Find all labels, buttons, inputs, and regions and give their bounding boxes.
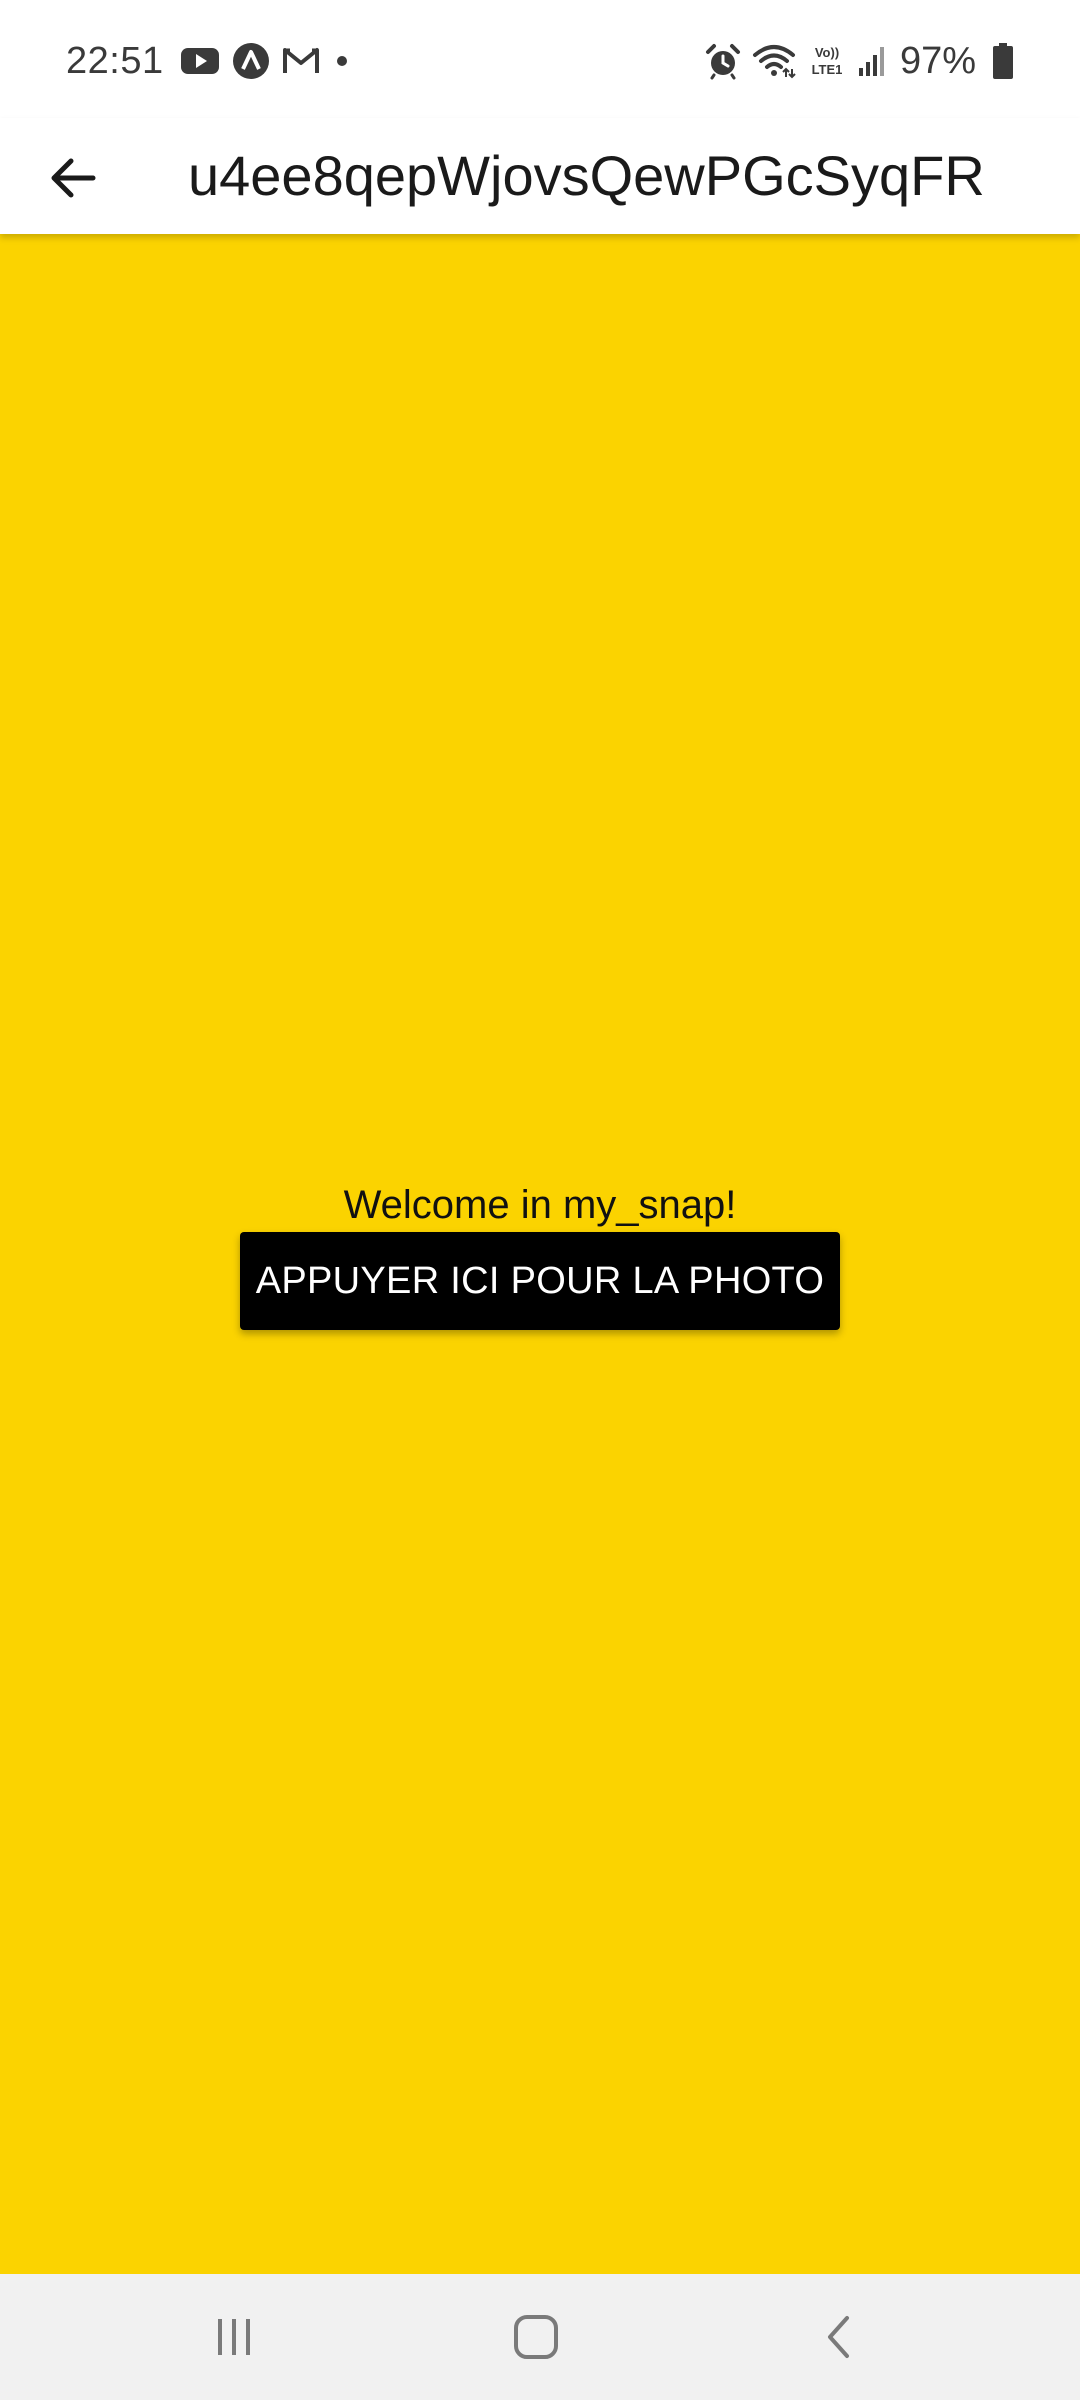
screen: 22:51 Vo)) LTE1 97% u4ee8qepWjovsQewPGcS… bbox=[0, 0, 1080, 2400]
volte-label-top: Vo)) bbox=[815, 45, 839, 60]
battery-icon bbox=[992, 42, 1014, 80]
page-title: u4ee8qepWjovsQewPGcSyqFR bbox=[188, 144, 985, 207]
signal-icon bbox=[858, 44, 888, 78]
take-photo-button[interactable]: APPUYER ICI POUR LA PHOTO bbox=[240, 1232, 840, 1330]
main-content: Welcome in my_snap! APPUYER ICI POUR LA … bbox=[0, 234, 1080, 2274]
volte-lte-icon: Vo)) LTE1 bbox=[806, 43, 848, 79]
gmail-icon bbox=[282, 45, 320, 77]
back-button[interactable] bbox=[40, 138, 106, 218]
center-block: Welcome in my_snap! APPUYER ICI POUR LA … bbox=[0, 1180, 1080, 1330]
alarm-icon bbox=[704, 42, 742, 80]
status-left-group: 22:51 bbox=[66, 36, 364, 86]
app-bar: u4ee8qepWjovsQewPGcSyqFR bbox=[0, 118, 1080, 234]
system-nav-bar bbox=[0, 2274, 1080, 2400]
arrow-left-icon bbox=[51, 158, 96, 198]
more-notifications-dot-icon bbox=[332, 51, 352, 71]
status-time: 22:51 bbox=[66, 39, 164, 82]
recent-apps-button[interactable] bbox=[154, 2274, 314, 2400]
home-button[interactable] bbox=[456, 2274, 616, 2400]
volte-label-bottom: LTE1 bbox=[812, 62, 843, 77]
back-chevron-icon bbox=[828, 2316, 849, 2358]
welcome-text: Welcome in my_snap! bbox=[343, 1183, 737, 1227]
arc-app-icon bbox=[232, 42, 270, 80]
status-bar: 22:51 Vo)) LTE1 97% bbox=[0, 0, 1080, 118]
wifi-icon bbox=[752, 43, 796, 79]
youtube-icon bbox=[180, 46, 220, 76]
battery-percent: 97% bbox=[899, 39, 976, 82]
home-icon bbox=[514, 2315, 558, 2359]
recent-apps-icon bbox=[218, 2319, 250, 2355]
status-right-group: Vo)) LTE1 97% bbox=[694, 36, 1014, 86]
system-back-button[interactable] bbox=[758, 2274, 918, 2400]
